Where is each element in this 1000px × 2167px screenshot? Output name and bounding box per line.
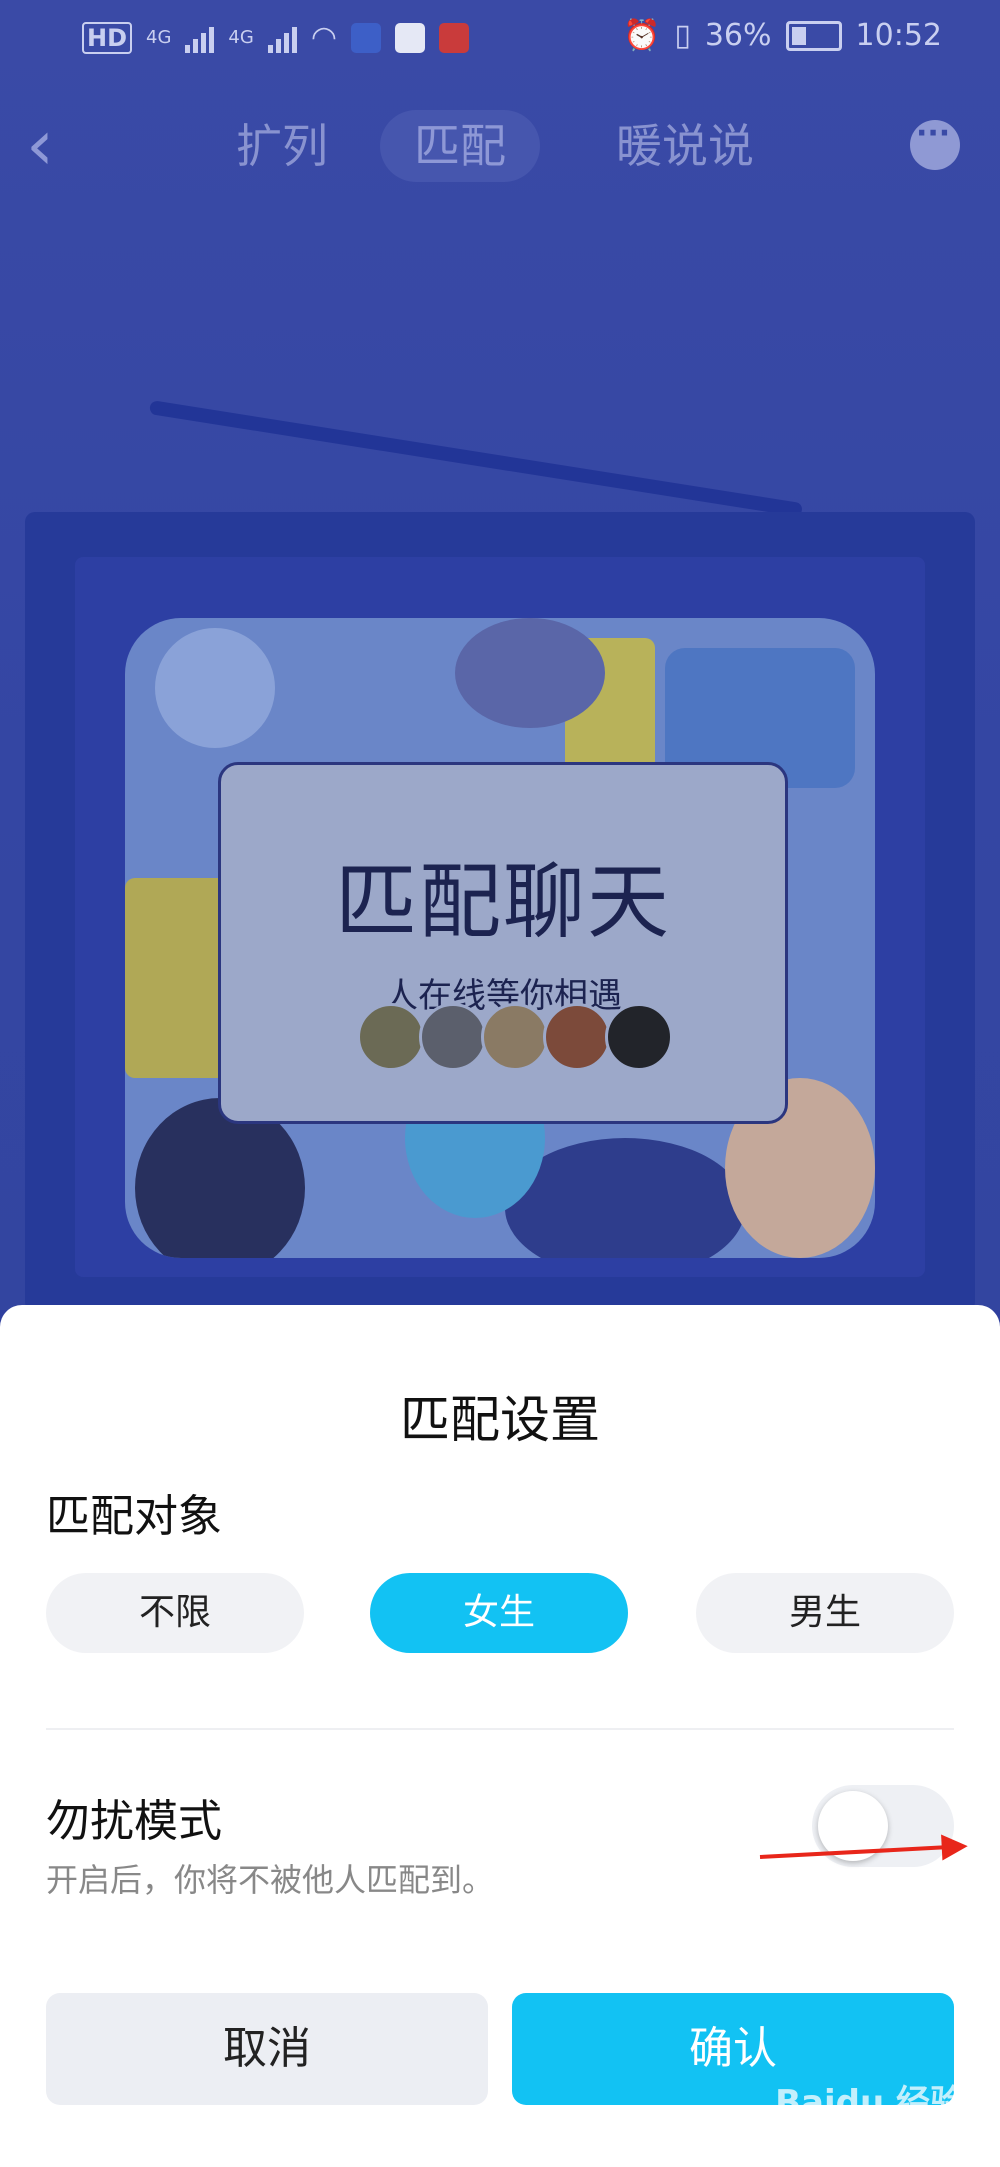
- status-bar: HD 4G 4G ◠ ⏰ ▯ 36% 10:52: [0, 0, 1000, 75]
- pot-doodle: [455, 618, 605, 728]
- tab-match[interactable]: 匹配: [380, 110, 540, 182]
- top-tabs: 扩列 匹配 暖说说: [0, 110, 1000, 182]
- avatar: [543, 1003, 611, 1071]
- tab-nuanshuoshuo[interactable]: 暖说说: [616, 110, 754, 182]
- cancel-button[interactable]: 取消: [46, 1993, 488, 2105]
- match-settings-sheet: 匹配设置 匹配对象 不限 女生 男生 勿扰模式 开启后，你将不被他人匹配到。 取…: [0, 1305, 1000, 2167]
- option-any[interactable]: 不限: [46, 1573, 304, 1653]
- battery-percent: 36%: [704, 18, 772, 53]
- battery-icon: [785, 20, 842, 51]
- music-app-icon: [439, 22, 470, 53]
- sim2-label: 4G: [228, 27, 254, 48]
- sim1-label: 4G: [146, 27, 172, 48]
- shield-app-icon: [351, 22, 382, 53]
- watermark-site: jingyan.baidu.com: [797, 2124, 964, 2145]
- signal-icon: [185, 23, 215, 53]
- tab-kuolie[interactable]: 扩列: [236, 110, 328, 182]
- hd-label: HD: [82, 21, 133, 54]
- match-chat-card[interactable]: 匹配聊天 人在线等你相遇: [218, 762, 788, 1124]
- avatar: [481, 1003, 549, 1071]
- option-female[interactable]: 女生: [370, 1573, 628, 1653]
- avatar: [419, 1003, 487, 1071]
- watermark-brand: Baidu 经验: [775, 2083, 964, 2123]
- heart-doodle: [155, 628, 275, 748]
- dnd-title: 勿扰模式: [46, 1796, 222, 1847]
- clock: 10:52: [855, 18, 942, 53]
- wifi-icon: ◠: [310, 20, 338, 55]
- dnd-description: 开启后，你将不被他人匹配到。: [46, 1861, 495, 1899]
- chat-bubble-icon[interactable]: [910, 116, 960, 170]
- signal-icon-2: [267, 23, 297, 53]
- sheet-title: 匹配设置: [400, 1391, 600, 1449]
- divider: [46, 1728, 954, 1730]
- avatar: [357, 1003, 425, 1071]
- online-avatars: [357, 1003, 673, 1071]
- baidu-watermark: Baidu 经验 jingyan.baidu.com: [775, 2075, 964, 2145]
- option-male[interactable]: 男生: [696, 1573, 954, 1653]
- match-card-title: 匹配聊天: [334, 855, 671, 950]
- avatar: [605, 1003, 673, 1071]
- alarm-icon: ⏰: [622, 18, 661, 53]
- match-target-label: 匹配对象: [46, 1491, 222, 1542]
- baidu-app-icon: [395, 22, 426, 53]
- vibrate-icon: ▯: [674, 18, 691, 53]
